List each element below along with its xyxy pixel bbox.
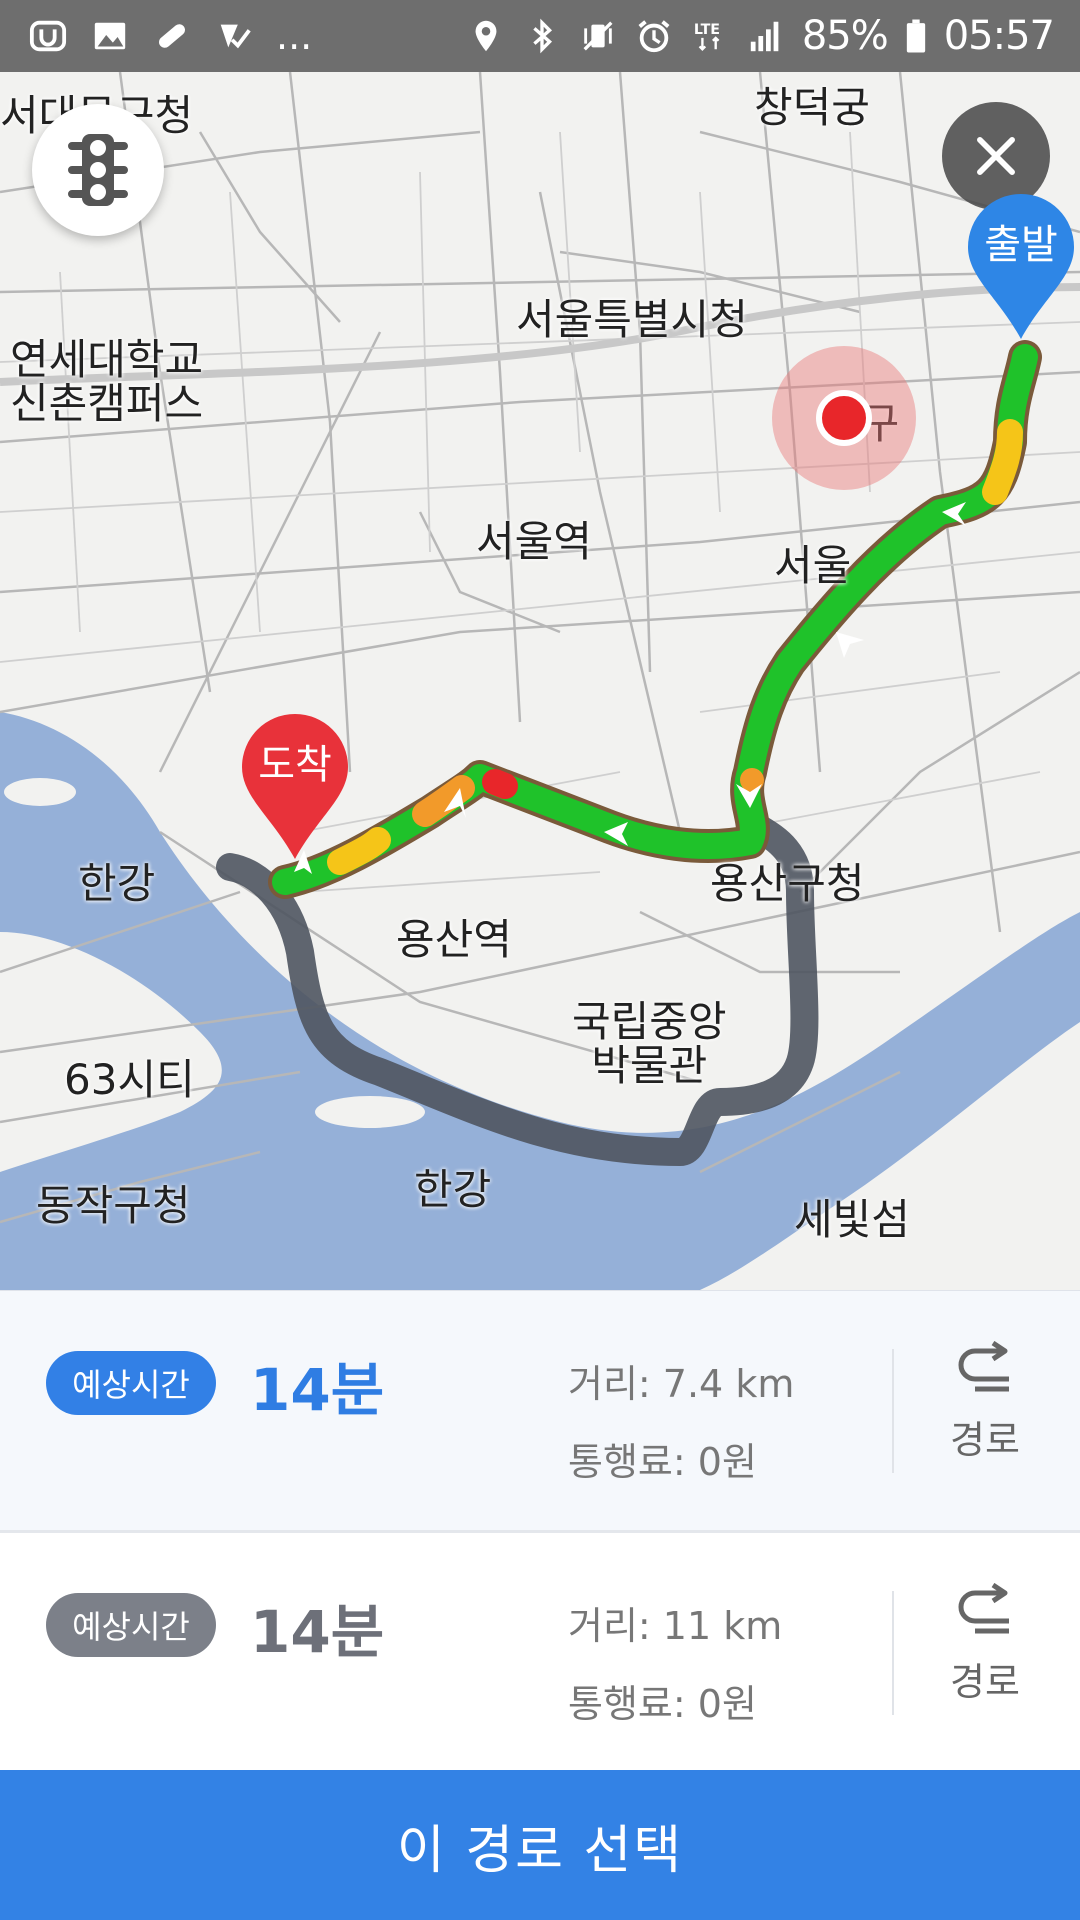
map-label-hangang-left: 한강: [78, 859, 156, 908]
app-icon: [28, 16, 68, 56]
alarm-icon: [634, 16, 674, 56]
route-detail-label: 경로: [950, 1418, 1020, 1462]
route-distance: 거리: 11 km: [568, 1604, 783, 1648]
current-location-dot: [816, 390, 872, 446]
map-canvas[interactable]: [0, 72, 1080, 1290]
map-label-cityhall: 서울특별시청: [516, 295, 748, 344]
vibrate-icon: [578, 16, 618, 56]
direction-arrow: [836, 632, 864, 658]
river-island: [315, 1096, 425, 1128]
traffic-toggle-button[interactable]: [32, 104, 164, 236]
map-view[interactable]: 서대문구청 창덕궁 서울특별시청 연세대학교 신촌캠퍼스 중구 서울역 서울 한…: [0, 72, 1080, 1290]
select-route-button[interactable]: 이 경로 선택: [0, 1770, 1080, 1920]
battery-percent: 85%: [801, 13, 889, 59]
route-distance: 거리: 7.4 km: [568, 1362, 795, 1406]
river-island: [4, 778, 76, 806]
divider: [892, 1349, 894, 1473]
map-label-changdeokgung: 창덕궁: [754, 83, 870, 132]
map-label-yonsei-line2: 신촌캠퍼스: [10, 379, 204, 429]
lte-icon: LTE: [690, 16, 730, 56]
divider: [892, 1591, 894, 1715]
route-return-icon: [958, 1583, 1009, 1634]
start-pin[interactable]: 출발: [966, 192, 1076, 342]
map-label-seoul: 서울: [774, 541, 852, 590]
route-toll: 통행료: 0원: [568, 1440, 757, 1484]
eta-time: 14분: [250, 1356, 385, 1424]
map-label-museum-line2: 박물관: [591, 1041, 708, 1091]
route-detail-button[interactable]: 경로: [920, 1341, 1050, 1481]
eta-time: 14분: [250, 1598, 385, 1666]
map-label-hangang-bottom: 한강: [414, 1165, 492, 1214]
pill-icon: [152, 16, 192, 56]
map-label-dongjak: 동작구청: [36, 1181, 191, 1230]
map-label-yongsan-gu-office: 용산구청: [710, 859, 865, 908]
route-toll: 통행료: 0원: [568, 1682, 757, 1726]
congestion-red: [482, 769, 518, 799]
map-label-museum: 국립중앙 박물관: [572, 997, 727, 1091]
traffic-light-icon: [68, 134, 128, 206]
congestion-yellow: [982, 419, 1023, 505]
image-icon: [90, 16, 130, 56]
eta-badge: 예상시간: [46, 1351, 216, 1415]
close-icon: [977, 137, 1015, 175]
route-detail-label: 경로: [950, 1660, 1020, 1704]
map-label-museum-line1: 국립중앙: [572, 997, 727, 1046]
route-detail-button[interactable]: 경로: [920, 1583, 1050, 1723]
eta-badge: 예상시간: [46, 1593, 216, 1657]
start-pin-label: 출발: [984, 222, 1058, 268]
current-location-marker: [772, 346, 916, 490]
map-label-yonsei: 연세대학교 신촌캠퍼스: [10, 335, 204, 429]
route-option-1[interactable]: 예상시간 14분 거리: 7.4 km 통행료: 0원 경로: [0, 1290, 1080, 1530]
end-pin[interactable]: 도착: [240, 712, 350, 862]
clock: 05:57: [943, 13, 1055, 59]
status-bar: ... LTE 85% 05:57: [0, 0, 1080, 72]
map-label-yonsei-line1: 연세대학교: [10, 335, 204, 384]
signal-icon: [746, 16, 786, 56]
location-icon: [466, 16, 506, 56]
map-label-seoul-station: 서울역: [476, 517, 592, 566]
map-label-sebitseom: 세빛섬: [794, 1195, 910, 1244]
check-icon: [214, 16, 254, 56]
route-return-icon: [958, 1341, 1009, 1392]
route-option-2[interactable]: 예상시간 14분 거리: 11 km 통행료: 0원 경로: [0, 1530, 1080, 1770]
map-label-63-city: 63시티: [64, 1055, 195, 1104]
more-notifications-indicator: ...: [276, 14, 313, 58]
end-pin-label: 도착: [258, 742, 332, 788]
map-label-yongsan-station: 용산역: [396, 915, 512, 964]
bluetooth-icon: [522, 16, 562, 56]
status-bar-left: ...: [28, 0, 312, 72]
battery-icon: [904, 16, 928, 56]
status-bar-right: LTE 85% 05:57: [466, 0, 1055, 72]
svg-text:LTE: LTE: [694, 22, 720, 38]
